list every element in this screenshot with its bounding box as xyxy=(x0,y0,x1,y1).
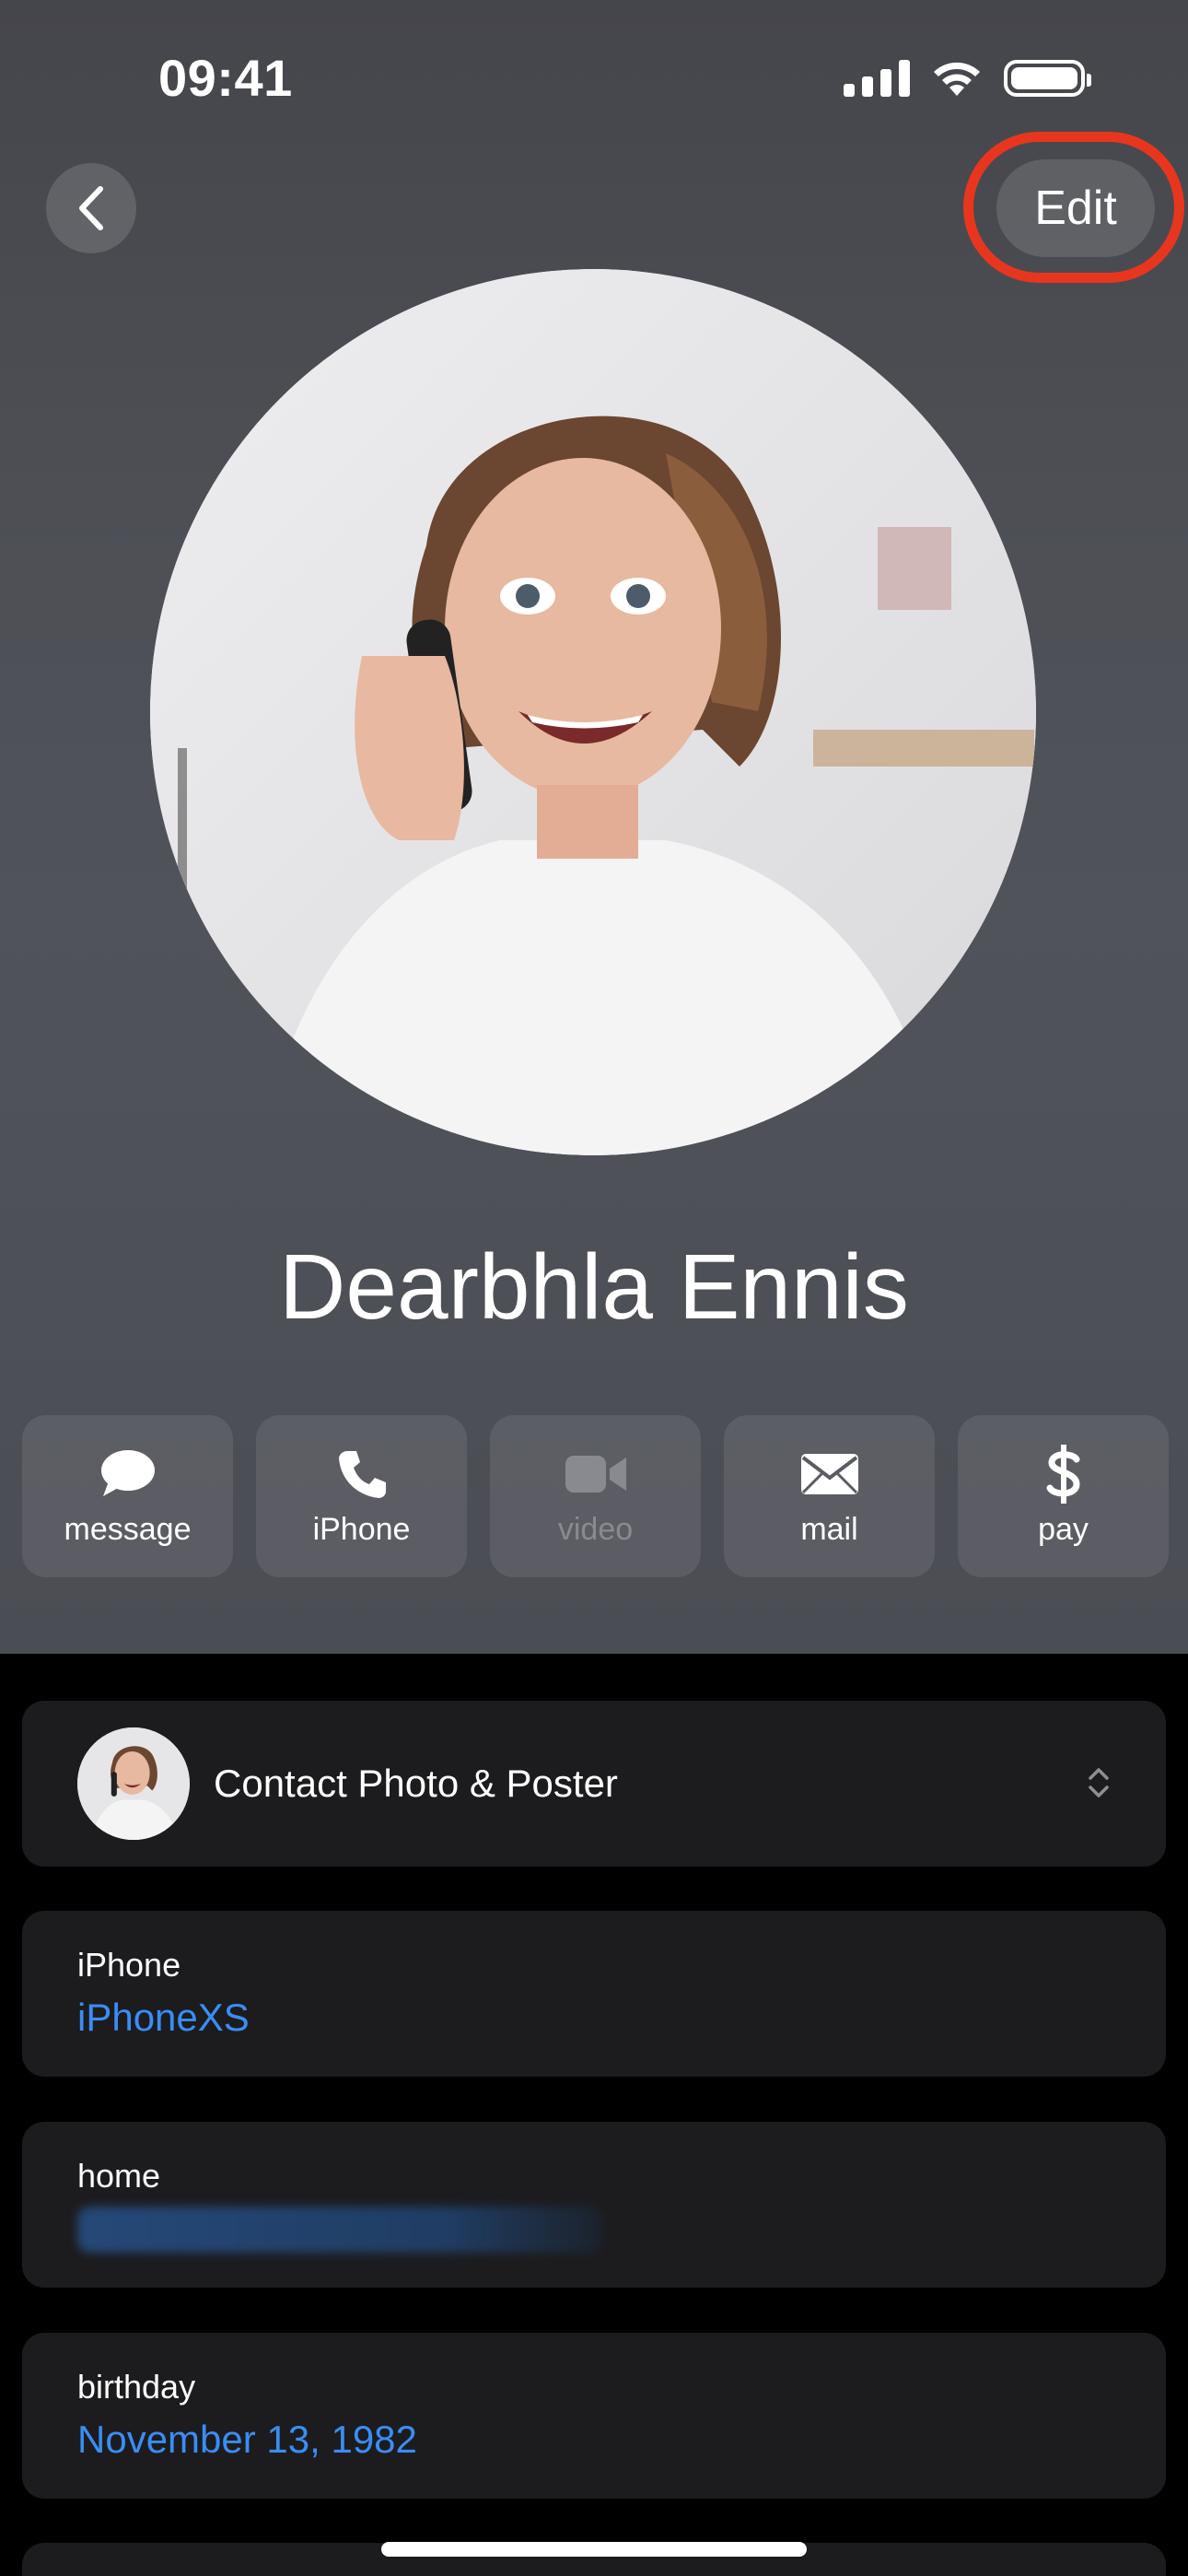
contact-name: Dearbhla Ennis xyxy=(279,1235,909,1339)
envelope-icon xyxy=(800,1453,858,1494)
message-button[interactable]: message xyxy=(22,1415,233,1577)
pay-label: pay xyxy=(1038,1511,1089,1547)
phone-field-card[interactable]: iPhone iPhoneXS xyxy=(22,1911,1166,2077)
call-button[interactable]: iPhone xyxy=(256,1415,467,1577)
home-indicator[interactable] xyxy=(381,2542,807,2557)
home-field-card[interactable]: home xyxy=(22,2122,1166,2288)
message-label: message xyxy=(64,1511,192,1547)
phone-field-label: iPhone xyxy=(77,1946,181,1984)
mail-label: mail xyxy=(800,1511,858,1547)
back-button[interactable] xyxy=(46,163,136,253)
message-bubble-icon xyxy=(100,1449,155,1496)
edit-button[interactable]: Edit xyxy=(996,159,1155,257)
status-time: 09:41 xyxy=(158,49,293,107)
video-button[interactable]: video xyxy=(490,1415,701,1577)
status-icons xyxy=(844,59,1091,98)
contact-photo-poster-row[interactable]: Contact Photo & Poster xyxy=(22,1701,1166,1867)
birthday-field-card: birthday November 13, 1982 xyxy=(22,2333,1166,2499)
video-camera-icon xyxy=(565,1455,626,1493)
home-field-label: home xyxy=(77,2157,161,2195)
phone-field-value[interactable]: iPhoneXS xyxy=(77,1996,250,2040)
contact-avatar-thumbnail xyxy=(77,1727,190,1840)
chevron-up-down-icon xyxy=(1089,1768,1109,1797)
contact-photo-poster-label: Contact Photo & Poster xyxy=(214,1762,618,1805)
wifi-icon xyxy=(934,62,980,96)
phone-icon xyxy=(338,1450,386,1498)
contact-header: 09:41 Edit Dearbhla Ennis message iPhone… xyxy=(0,0,1188,1654)
action-bar: message iPhone video mail pay xyxy=(22,1415,1169,1577)
call-label: iPhone xyxy=(312,1511,411,1547)
home-field-redacted-value[interactable] xyxy=(77,2207,602,2253)
battery-icon xyxy=(1004,60,1091,97)
chevron-left-icon xyxy=(79,186,103,230)
cellular-signal-icon xyxy=(844,60,910,97)
video-label: video xyxy=(557,1511,634,1547)
birthday-field-value[interactable]: November 13, 1982 xyxy=(77,2418,417,2462)
mail-button[interactable]: mail xyxy=(724,1415,935,1577)
pay-button[interactable]: pay xyxy=(958,1415,1169,1577)
dollar-icon xyxy=(1046,1444,1080,1504)
contact-photo[interactable] xyxy=(150,269,1036,1155)
birthday-field-label: birthday xyxy=(77,2368,196,2406)
